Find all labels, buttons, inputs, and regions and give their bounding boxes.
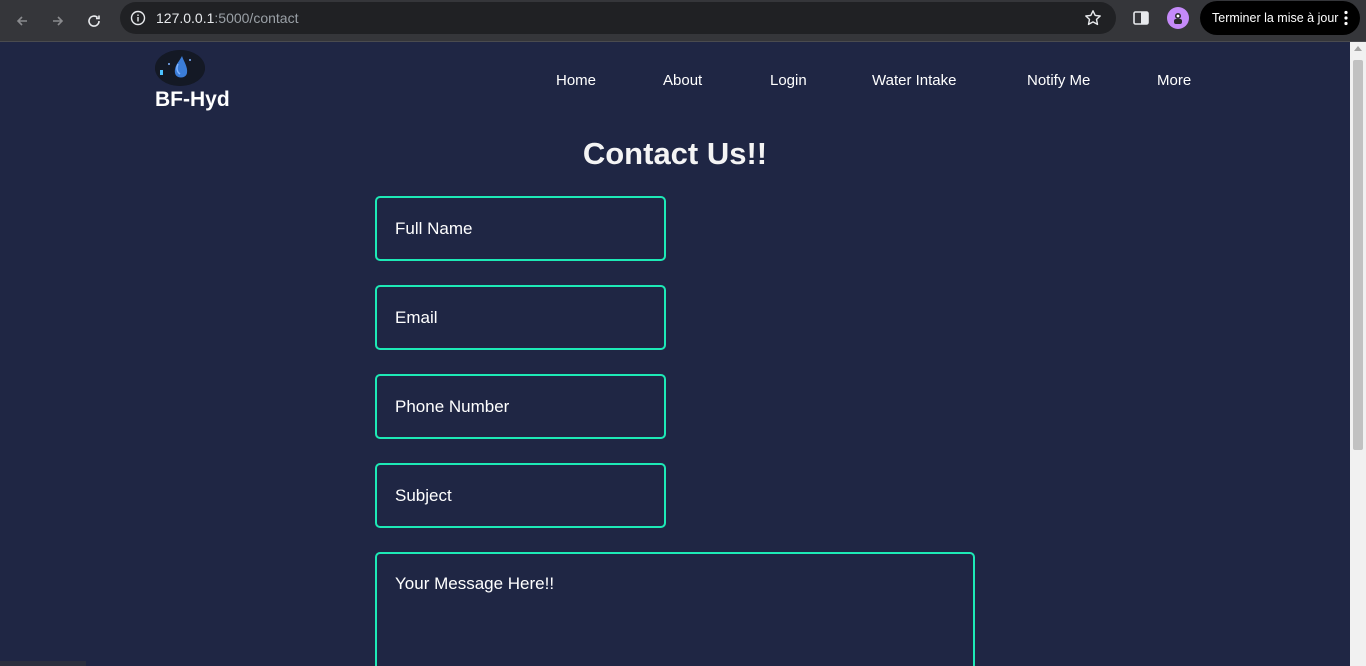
reload-button[interactable] (80, 7, 108, 35)
site-info-icon[interactable] (129, 9, 147, 27)
page-title: Contact Us!! (582, 136, 768, 171)
browser-toolbar: 127.0.0.1:5000/contact Terminer la mise … (0, 0, 1366, 42)
back-button[interactable] (8, 7, 36, 35)
update-chrome-button[interactable]: Terminer la mise à jour (1200, 1, 1360, 35)
url-text[interactable]: 127.0.0.1:5000/contact (156, 10, 298, 26)
url-path: :5000/contact (214, 10, 299, 26)
forward-button[interactable] (44, 7, 72, 35)
brand-name[interactable]: BF-Hyd (155, 88, 230, 112)
scrollbar-thumb[interactable] (1353, 60, 1363, 450)
url-host: 127.0.0.1 (156, 10, 215, 26)
water-drop-logo-icon (155, 50, 205, 86)
nav-home-link[interactable]: Home (556, 72, 596, 89)
email-input[interactable] (375, 285, 666, 350)
side-panel-icon[interactable] (1132, 9, 1150, 27)
site-logo[interactable] (155, 50, 205, 86)
profile-avatar-icon[interactable] (1167, 7, 1189, 29)
status-bar-fragment (0, 661, 86, 666)
update-button-label: Terminer la mise à jour (1212, 11, 1339, 25)
arrow-left-icon (16, 15, 27, 26)
full-name-input[interactable] (375, 196, 666, 261)
address-bar[interactable]: 127.0.0.1:5000/contact (120, 2, 1116, 34)
scroll-up-arrow-icon[interactable] (1354, 46, 1362, 51)
subject-input[interactable] (375, 463, 666, 528)
nav-login-link[interactable]: Login (770, 72, 807, 89)
phone-number-input[interactable] (375, 374, 666, 439)
bookmark-star-icon[interactable] (1084, 9, 1102, 27)
nav-about-link[interactable]: About (663, 72, 702, 89)
page-scrollbar[interactable] (1350, 42, 1366, 666)
reload-icon (88, 14, 100, 27)
message-textarea[interactable] (375, 552, 975, 666)
arrow-right-icon (53, 15, 64, 26)
nav-water-intake-link[interactable]: Water Intake (872, 72, 956, 89)
more-menu-icon[interactable] (1344, 10, 1348, 26)
nav-notify-me-link[interactable]: Notify Me (1027, 72, 1090, 89)
nav-more-link[interactable]: More (1157, 72, 1191, 89)
page-content: BF-Hyd Home About Login Water Intake Not… (0, 42, 1350, 666)
